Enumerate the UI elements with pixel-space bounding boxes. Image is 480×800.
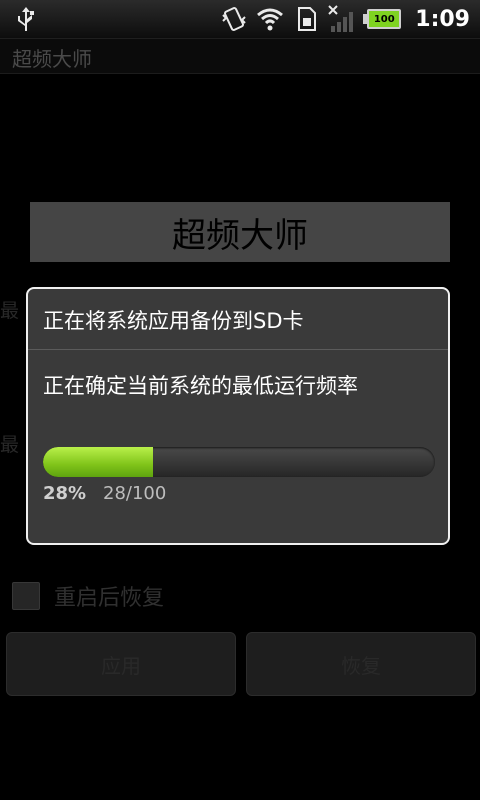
vibrate-icon bbox=[222, 7, 246, 31]
usb-icon bbox=[18, 7, 34, 31]
progress-bar-fill bbox=[43, 447, 153, 477]
no-signal-icon bbox=[328, 5, 354, 32]
battery-icon: 100 bbox=[363, 9, 402, 29]
status-clock: 1:09 bbox=[415, 6, 470, 32]
app-title-bar: 超频大师 bbox=[0, 39, 480, 74]
progress-percent: 28% bbox=[43, 483, 87, 504]
progress-count: 28/100 bbox=[103, 483, 167, 504]
dialog-message: 正在确定当前系统的最低运行频率 bbox=[43, 374, 358, 398]
dialog-title: 正在将系统应用备份到SD卡 bbox=[43, 309, 304, 333]
wifi-icon bbox=[257, 8, 284, 31]
battery-level: 100 bbox=[367, 9, 402, 29]
dialog-divider bbox=[28, 349, 448, 350]
app-title: 超频大师 bbox=[12, 47, 92, 71]
progress-dialog: 正在将系统应用备份到SD卡 正在确定当前系统的最低运行频率 28% 28/100 bbox=[26, 287, 450, 545]
sd-card-icon bbox=[298, 7, 317, 31]
progress-bar bbox=[43, 447, 435, 477]
status-bar: 100 1:09 bbox=[0, 0, 480, 39]
